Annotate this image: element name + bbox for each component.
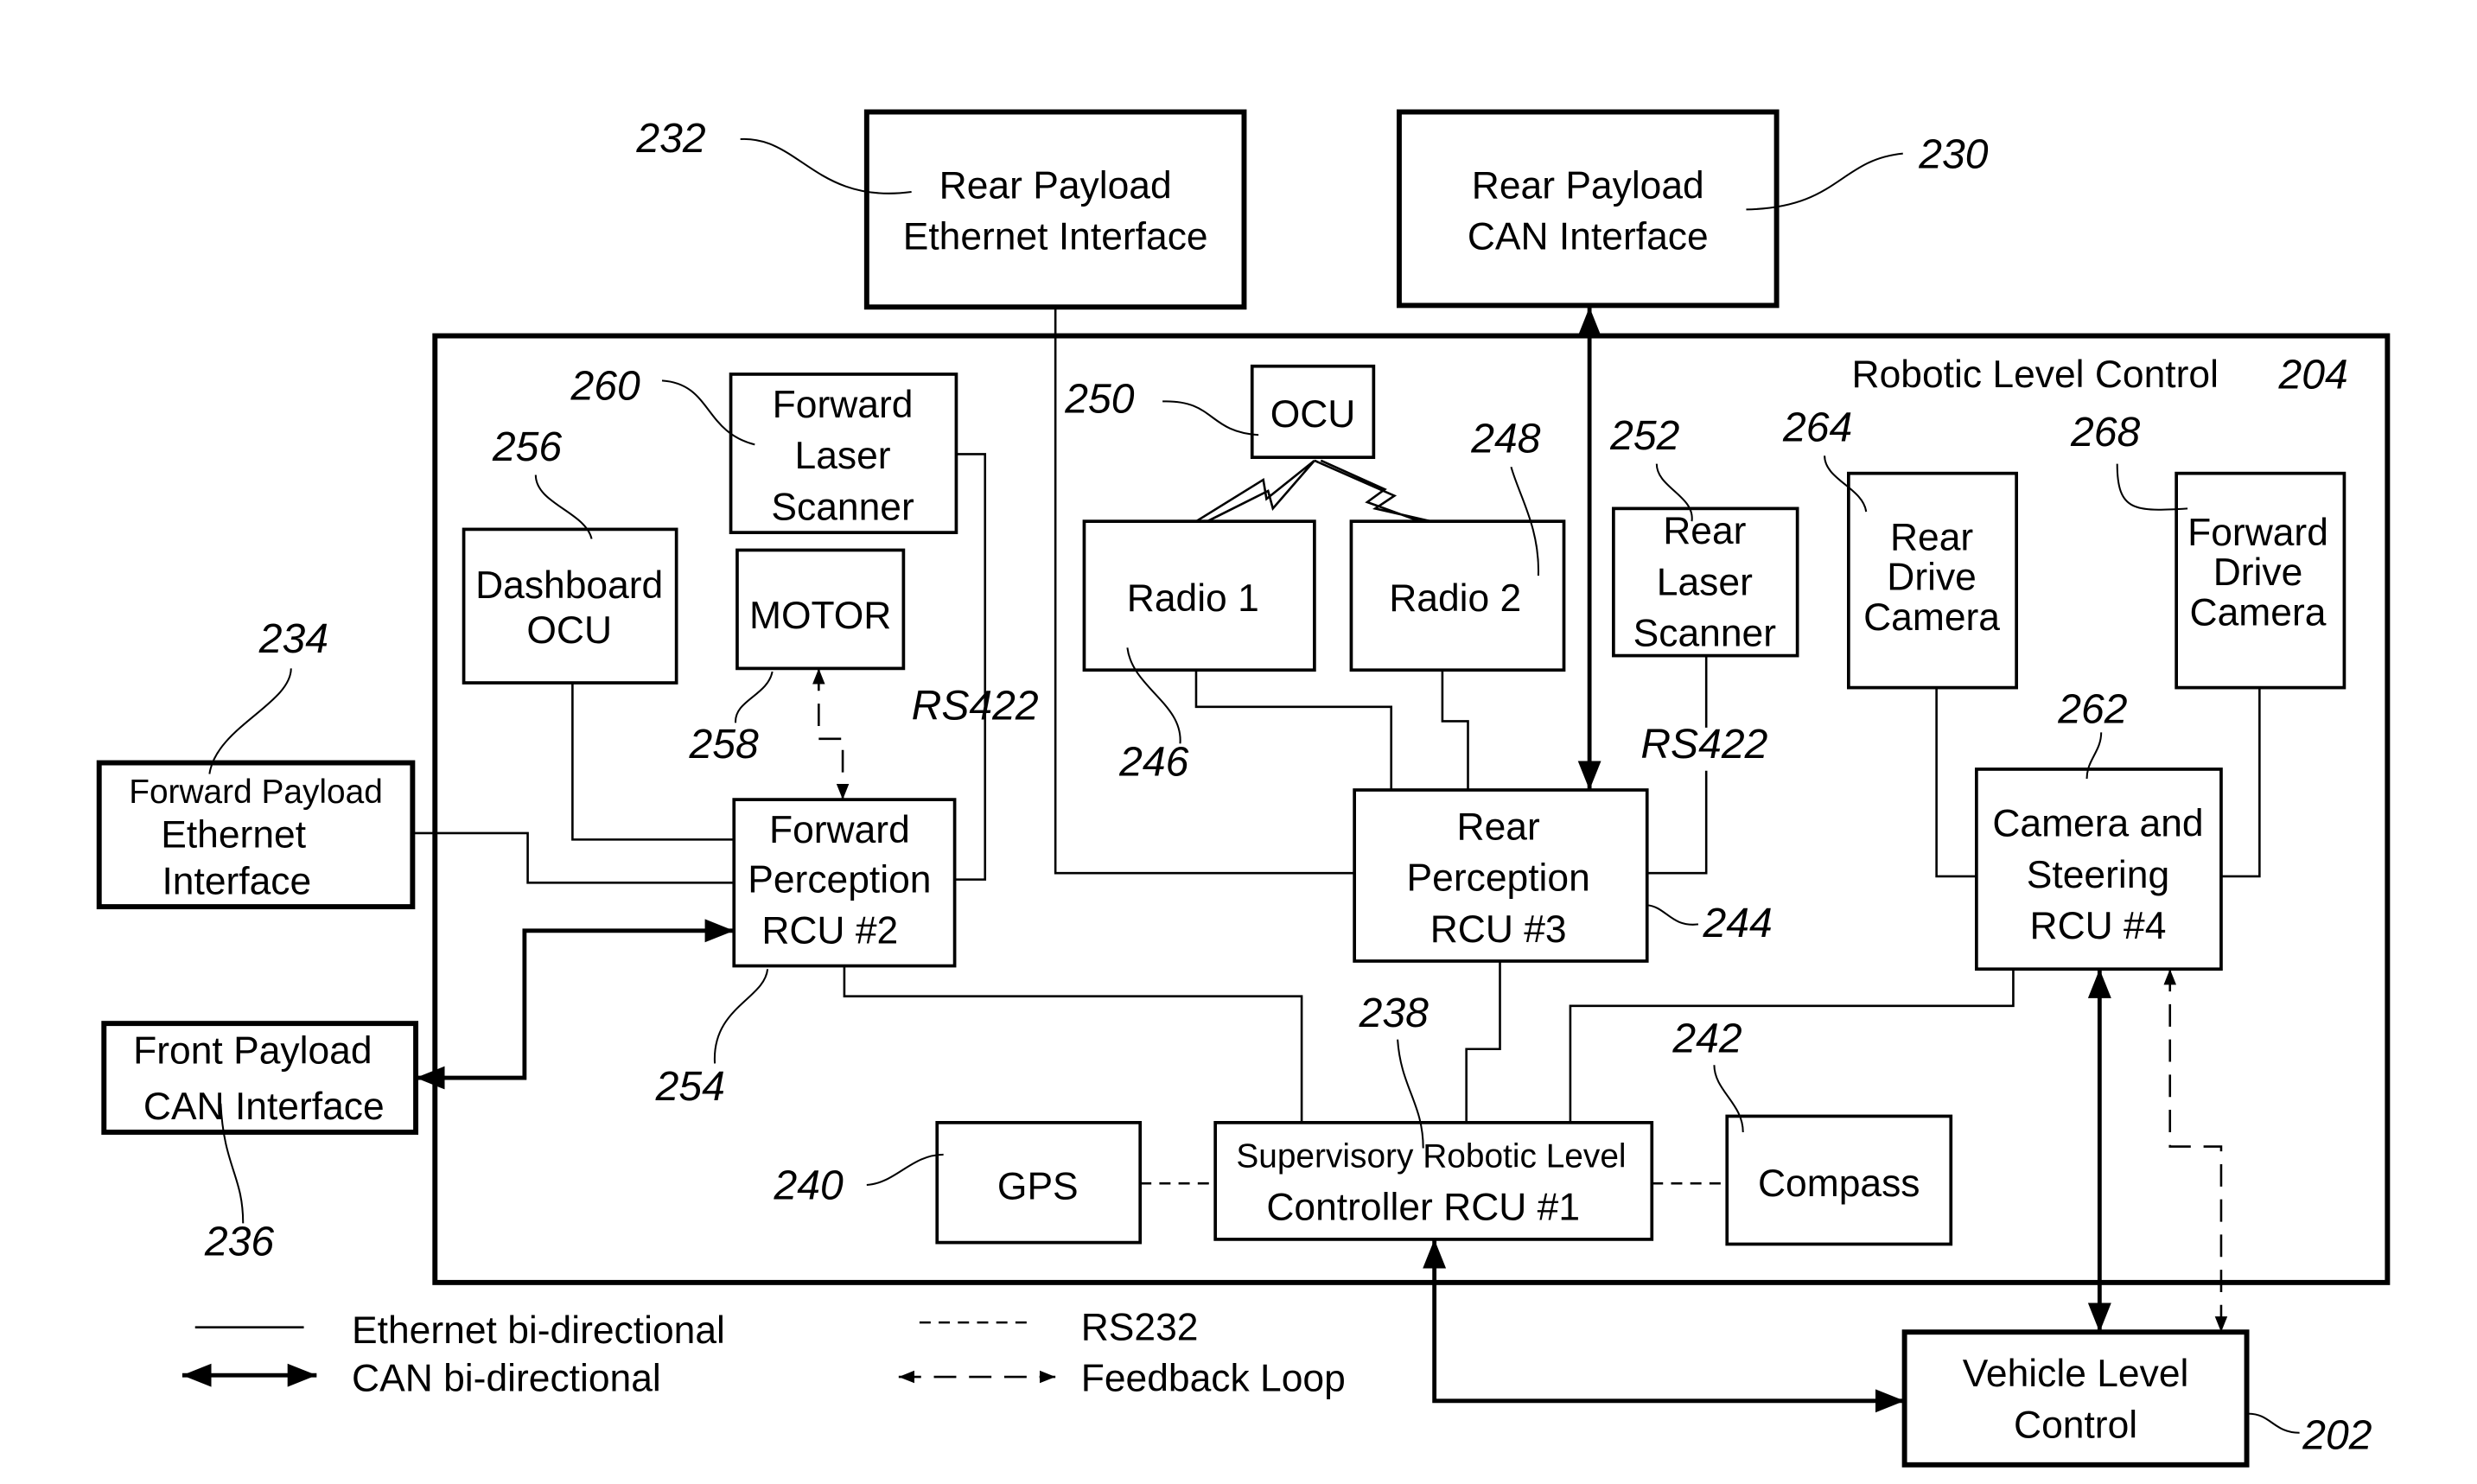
block-label: Forward Payload [129,774,383,811]
block-label: Ethernet Interface [903,216,1208,258]
block-label: Radio 1 [1127,577,1259,620]
ref-234: 234 [258,615,328,662]
block-label: Radio 2 [1389,577,1521,620]
block-label: Camera [2190,591,2327,634]
ref-232: 232 [635,115,705,162]
block-rear-perception-rcu3[interactable]: Rear Perception RCU #3 [1353,788,1649,963]
block-forward-perception-rcu2[interactable]: Forward Perception RCU #2 [732,798,957,968]
block-label: CAN Interface [143,1086,385,1128]
ref-254: 254 [655,1063,725,1110]
block-forward-drive-camera[interactable]: Forward Drive Camera [2175,471,2346,690]
block-label: MOTOR [749,595,891,637]
legend: Ethernet bi-directional CAN bi-direction… [181,1306,1346,1400]
block-label: Rear [1457,806,1540,848]
block-label: Control [2014,1404,2137,1446]
block-rear-drive-camera[interactable]: Rear Drive Camera [1847,471,2018,690]
block-dashboard-ocu[interactable]: Dashboard OCU [462,527,678,685]
block-label: Scanner [771,486,914,528]
ref-238: 238 [1359,990,1429,1036]
block-label: OCU [1270,393,1356,436]
block-compass[interactable]: Compass [1725,1114,1953,1246]
legend-feedback-label: Feedback Loop [1081,1358,1346,1400]
block-label: Camera [1863,596,2000,639]
block-label: Dashboard [475,564,663,607]
block-camera-steering-rcu4[interactable]: Camera and Steering RCU #4 [1975,767,2223,971]
block-ocu[interactable]: OCU [1250,364,1376,460]
block-label: Forward [2187,512,2328,554]
ref-268: 268 [2070,409,2140,455]
block-label: GPS [997,1166,1079,1208]
block-label: Ethernet [161,814,306,857]
block-radio2[interactable]: Radio 2 [1349,519,1566,672]
block-label: Steering [2027,854,2169,896]
block-label: Forward [769,809,910,851]
block-front-payload-can[interactable]: Front Payload CAN Interface [101,1021,419,1135]
ref-248: 248 [1470,416,1540,462]
ref-250: 250 [1064,375,1134,422]
ref-242: 242 [1671,1015,1742,1061]
block-label: Rear [1663,510,1746,552]
block-label: Rear Payload [939,164,1172,207]
ref-240: 240 [774,1162,844,1209]
block-radio1[interactable]: Radio 1 [1082,519,1316,672]
block-forward-laser-scanner[interactable]: Forward Laser Scanner [729,373,958,534]
block-label: Perception [748,858,931,901]
block-label: Camera and [1992,803,2203,845]
container-title: Robotic Level Control [1852,353,2219,396]
block-label: Laser [1657,561,1753,603]
block-supervisory-rcu1[interactable]: Supervisory Robotic Level Controller RCU… [1213,1121,1654,1241]
block-label: Drive [1887,557,1977,599]
block-gps[interactable]: GPS [935,1121,1143,1245]
block-label: Front Payload [133,1029,372,1072]
block-label: Scanner [1633,612,1777,654]
ref-252: 252 [1609,412,1679,459]
block-label: RCU #2 [761,910,898,952]
rs422-label-rear: RS422 [1640,721,1767,767]
legend-can-label: CAN bi-directional [352,1358,661,1400]
block-label: Rear [1890,516,1973,558]
legend-rs232-label: RS232 [1081,1306,1199,1348]
block-label: RCU #3 [1430,908,1567,951]
block-rear-payload-ethernet[interactable]: Rear Payload Ethernet Interface [863,109,1247,310]
block-rear-payload-can[interactable]: Rear Payload CAN Interface [1396,109,1780,309]
legend-ethernet-label: Ethernet bi-directional [352,1309,725,1352]
block-label: CAN Interface [1468,216,1709,258]
block-label: Compass [1758,1162,1920,1205]
rs422-label-forward: RS422 [912,683,1039,729]
ref-256: 256 [492,424,562,470]
block-label: Interface [162,860,311,902]
ref-262: 262 [2057,685,2127,732]
block-label: Laser [795,435,891,477]
block-label: Forward [773,384,914,426]
block-vehicle-level-control[interactable]: Vehicle Level Control [1901,1329,2250,1468]
system-block-diagram: Robotic Level Control 204 RS422 RS422 Re… [96,109,2391,1468]
block-label: Drive [2213,551,2303,594]
ref-246: 246 [1118,738,1188,785]
block-label: OCU [526,609,612,652]
ref-236: 236 [204,1218,274,1264]
ref-258: 258 [688,721,758,767]
ref-244: 244 [1702,900,1772,946]
ref-202: 202 [2302,1411,2372,1458]
ref-264: 264 [1782,404,1852,451]
block-label: Rear Payload [1472,164,1704,207]
block-label: Supervisory Robotic Level [1236,1138,1626,1175]
block-forward-payload-ethernet[interactable]: Forward Payload Ethernet Interface [96,760,416,910]
block-label: RCU #4 [2030,905,2167,947]
ref-230: 230 [1918,131,1988,177]
block-label: Vehicle Level [1963,1353,2189,1395]
block-label: Perception [1407,857,1590,900]
block-rear-laser-scanner[interactable]: Rear Laser Scanner [1612,506,1799,658]
ref-204: 204 [2278,352,2348,398]
block-motor[interactable]: MOTOR [735,548,906,671]
ref-260: 260 [570,363,640,410]
block-label: Controller RCU #1 [1266,1187,1580,1229]
